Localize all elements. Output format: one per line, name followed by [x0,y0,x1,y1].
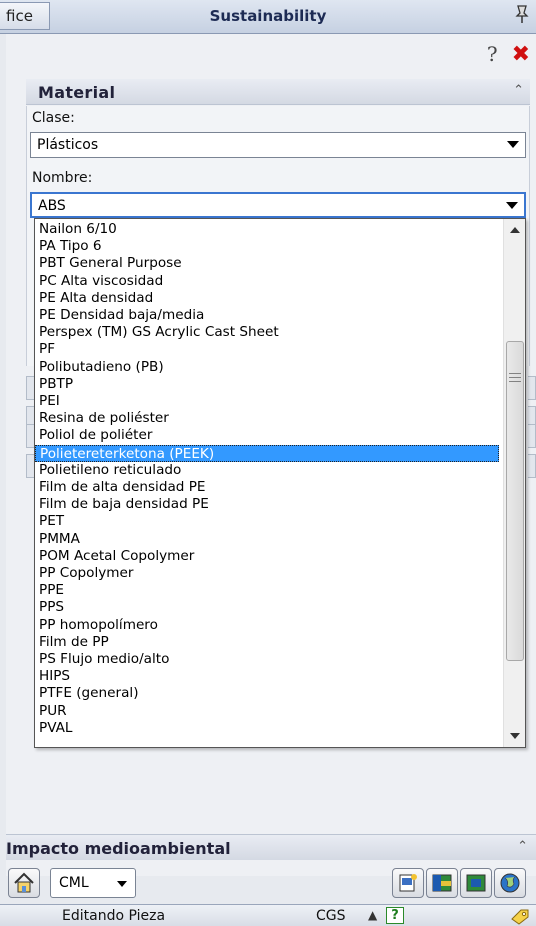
name-select[interactable]: ABS [30,192,526,218]
scroll-down-icon[interactable] [510,733,520,739]
collapsed-section-tab[interactable] [528,454,536,478]
export-icon [466,874,486,892]
question-icon[interactable]: ? [487,42,498,66]
collapsed-section-tab[interactable] [528,424,536,448]
dropdown-option[interactable]: PBTP [35,376,499,393]
dropdown-option[interactable]: PP Copolymer [35,565,499,582]
dropdown-option[interactable]: Film de alta densidad PE [35,479,499,496]
dropdown-option[interactable]: PE Alta densidad [35,290,499,307]
dropdown-option[interactable]: Nailon 6/10 [35,221,499,238]
dropdown-option[interactable]: PS Flujo medio/alto [35,651,499,668]
dropdown-option[interactable]: PVAL [35,720,499,737]
collapse-icon[interactable]: ⌃ [513,83,524,98]
material-name-dropdown[interactable]: ― ― ― Nailon 6/10 PA Tipo 6 PBT General Purp… [34,218,526,748]
collapsed-section-tab[interactable] [528,376,536,400]
dropdown-option[interactable]: PF [35,341,499,358]
class-select-value: Plásticos [37,137,99,153]
status-mode: Editando Pieza [62,908,166,924]
collapse-icon[interactable]: ⌃ [517,839,528,854]
dropdown-option[interactable]: PP homopolímero [35,617,499,634]
globe-icon [500,873,520,893]
pane-controls: ? ✖ [487,42,530,67]
dropdown-scrollbar[interactable]: ― ― ― [503,219,525,747]
impact-section-title: Impacto medioambiental [6,839,231,858]
home-button[interactable] [8,868,40,898]
dropdown-option[interactable]: Polietereterketona (PEEK) [35,444,499,462]
class-label: Clase: [32,110,75,126]
dropdown-option[interactable]: Perspex (TM) GS Acrylic Cast Sheet [35,324,499,341]
chevron-up-icon[interactable]: ▲ [368,908,377,922]
report-icon [399,874,417,892]
method-select-value: CML [59,875,89,891]
status-help-icon[interactable]: ? [386,907,404,924]
dropdown-option[interactable]: PET [35,513,499,530]
dropdown-option[interactable]: POM Acetal Copolymer [35,548,499,565]
material-section-title: Material [38,83,116,102]
import-icon [432,874,452,892]
dropdown-option[interactable]: PUR [35,703,499,720]
dropdown-option[interactable]: Film de PP [35,634,499,651]
window-title: Sustainability [209,7,327,25]
dropdown-option[interactable]: PEI [35,393,499,410]
dropdown-option[interactable]: Film de baja densidad PE [35,496,499,513]
impact-section-header[interactable]: Impacto medioambiental ⌃ [6,834,536,860]
export-button[interactable] [460,868,492,898]
dropdown-option[interactable]: PC Alta viscosidad [35,273,499,290]
report-button[interactable] [392,868,424,898]
import-button[interactable] [426,868,458,898]
dropdown-option[interactable]: PBT General Purpose [35,255,499,272]
tag-icon[interactable] [510,907,530,925]
method-select[interactable]: CML [50,868,136,898]
dropdown-option[interactable]: PMMA [35,531,499,548]
dropdown-option[interactable]: Polietileno reticulado [35,462,499,479]
pin-icon[interactable] [514,4,530,29]
status-bar: Editando Pieza CGS ▲ ? [0,904,536,926]
class-select[interactable]: Plásticos [30,132,526,158]
dropdown-option[interactable]: Poliol de poliéter [35,427,499,444]
home-icon [14,872,34,893]
dropdown-option[interactable]: PA Tipo 6 [35,238,499,255]
name-label: Nombre: [32,170,93,186]
globe-button[interactable] [494,868,526,898]
dropdown-option[interactable]: PPS [35,599,499,616]
impact-toolbar: CML [6,864,536,900]
collapsed-section-tab[interactable] [26,424,34,448]
dropdown-option[interactable]: PPE [35,582,499,599]
dropdown-option[interactable]: HIPS [35,668,499,685]
dropdown-option[interactable]: Resina de poliéster [35,410,499,427]
collapsed-section-tab[interactable] [26,376,34,400]
collapsed-section-tab[interactable] [26,454,34,478]
scrollbar-thumb[interactable] [506,341,524,661]
window-titlebar: fice Sustainability [0,0,536,34]
dropdown-option[interactable]: PE Densidad baja/media [35,307,499,324]
grip-icon: ― ― ― [509,366,521,388]
close-icon[interactable]: ✖ [512,42,530,67]
dropdown-option[interactable]: PTFE (general) [35,685,499,702]
status-units[interactable]: CGS [316,908,346,924]
name-select-value: ABS [38,198,66,214]
chevron-down-icon [117,881,127,887]
dropdown-option[interactable]: Polibutadieno (PB) [35,359,499,376]
scroll-up-icon[interactable] [510,227,520,233]
material-section-header[interactable]: Material ⌃ [26,79,530,105]
